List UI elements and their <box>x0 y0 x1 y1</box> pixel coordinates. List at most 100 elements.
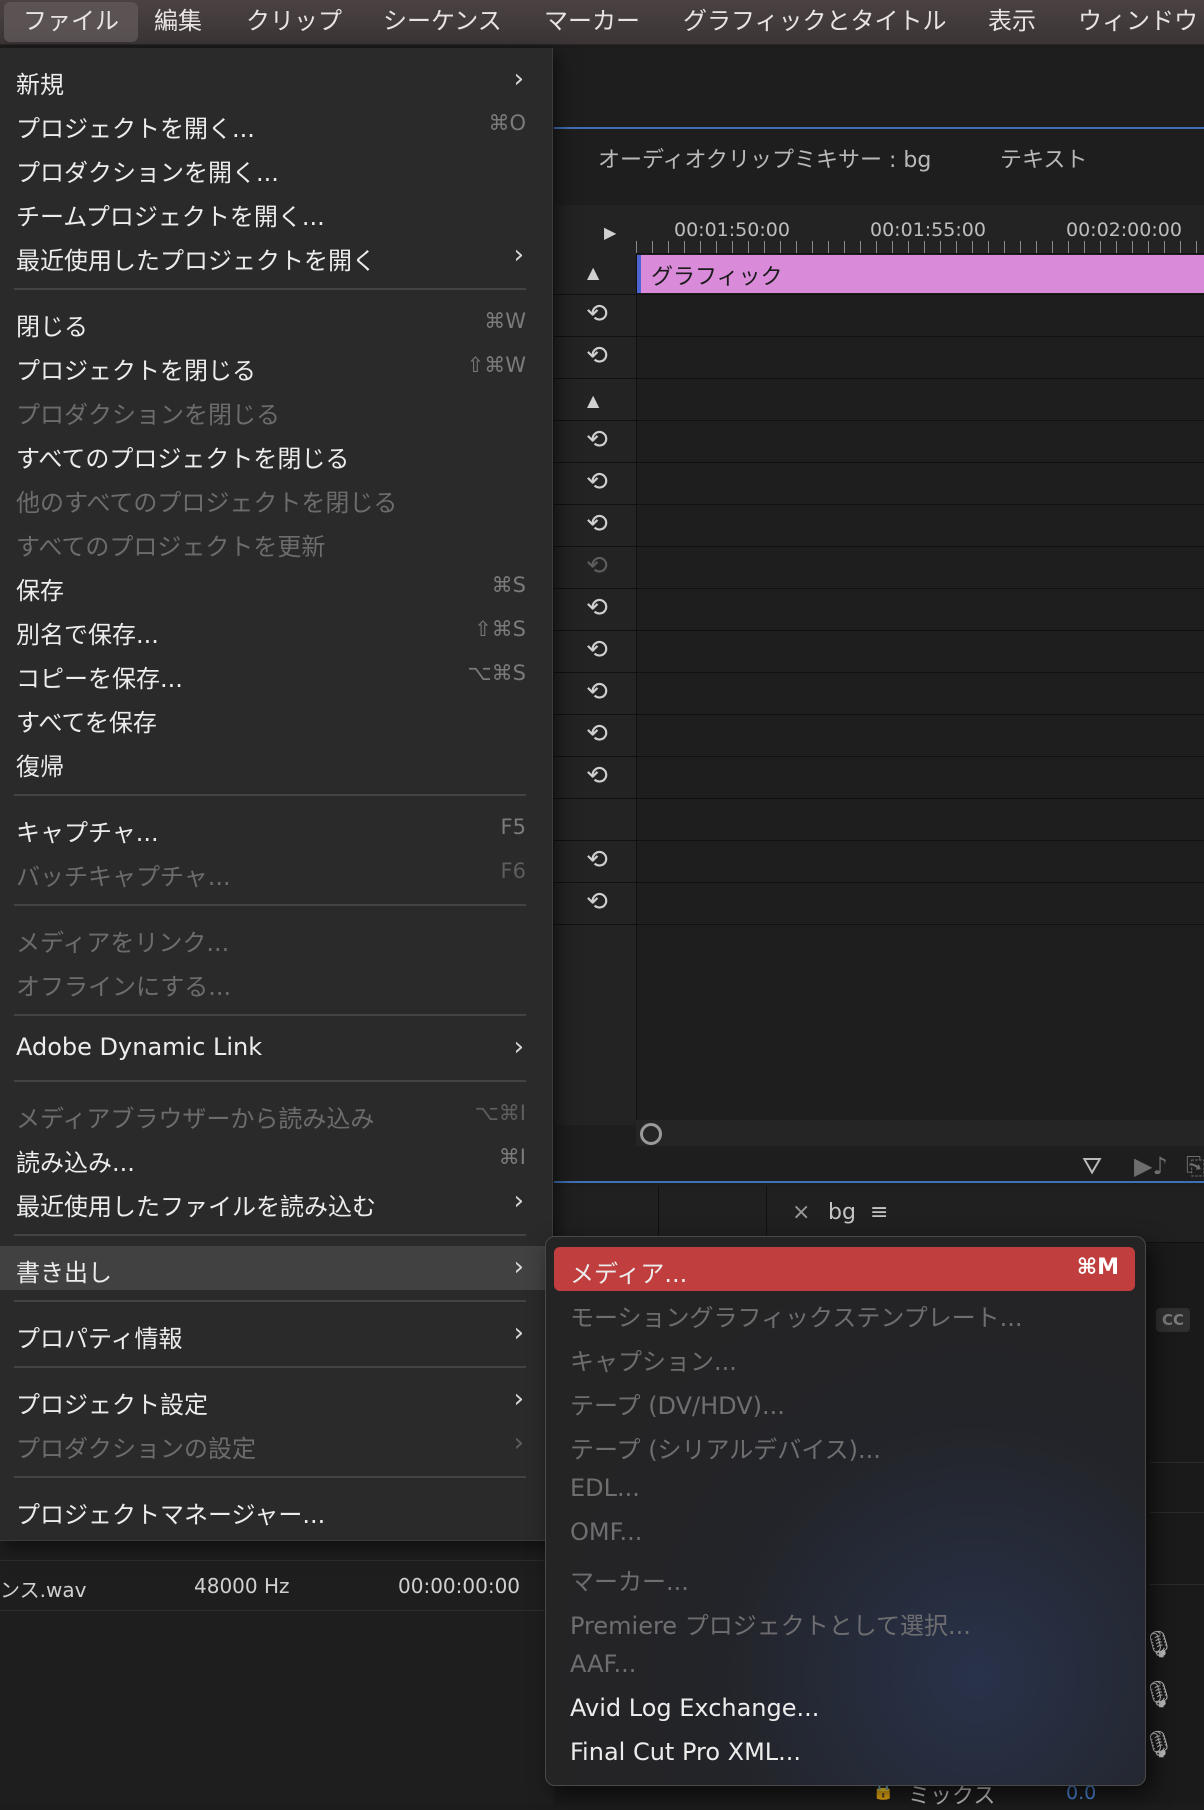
panel-focus-line <box>554 1181 1204 1183</box>
sync-lock-icon[interactable]: ⟲ <box>582 425 612 455</box>
menu-item-label: 閉じる <box>16 313 88 341</box>
menu-item-make-offline[interactable]: オフラインにする... <box>0 960 552 1004</box>
chevron-right-icon: › <box>513 240 524 270</box>
audio-forward-icon[interactable]: ▶♪ <box>1134 1152 1168 1180</box>
export-item-final-cut-pro-xml[interactable]: Final Cut Pro XML... <box>554 1731 1135 1775</box>
menu-item-open-team-project[interactable]: チームプロジェクトを開く... <box>0 190 552 234</box>
microphone-icon[interactable]: 🎙 <box>1142 1730 1175 1760</box>
menu-item-label: プロジェクトを閉じる <box>16 357 256 385</box>
menubar-edit[interactable]: 編集 <box>154 0 202 44</box>
timeline-scrollbar[interactable] <box>636 1120 1204 1146</box>
menu-item-open-project[interactable]: プロジェクトを開く... ⌘O <box>0 102 552 146</box>
menu-item-close-project[interactable]: プロジェクトを閉じる ⇧⌘W <box>0 344 552 388</box>
menu-item-save-as[interactable]: 別名で保存... ⇧⌘S <box>0 608 552 652</box>
menu-separator <box>14 288 526 290</box>
microphone-icon[interactable]: 🎙 <box>1142 1630 1175 1660</box>
menubar-sequence[interactable]: シーケンス <box>383 0 502 44</box>
close-tab-icon[interactable]: × <box>792 1200 810 1225</box>
export-frame-icon[interactable]: ⎘ <box>1186 1152 1204 1180</box>
time-ruler[interactable]: 00:01:50:00 00:01:55:00 00:02:00:00 <box>636 205 1204 254</box>
menu-item-import-from-media-browser[interactable]: メディアブラウザーから読み込み ⌥⌘I <box>0 1092 552 1136</box>
tab-text[interactable]: テキスト <box>1000 142 1087 174</box>
sync-lock-icon[interactable]: ⟲ <box>582 341 612 371</box>
menu-item-label: モーショングラフィックステンプレート... <box>570 1304 1023 1332</box>
export-item-premiere-project[interactable]: Premiere プロジェクトとして選択... <box>554 1599 1135 1643</box>
export-item-avid-log-exchange[interactable]: Avid Log Exchange... <box>554 1687 1135 1731</box>
menu-item-project-settings[interactable]: プロジェクト設定 › <box>0 1378 552 1422</box>
menu-item-label: キャプション... <box>570 1348 737 1376</box>
menu-item-new[interactable]: 新規 › <box>0 58 552 102</box>
collapse-triangle-icon[interactable]: ▲ <box>587 263 599 282</box>
menu-item-project-manager[interactable]: プロジェクトマネージャー... <box>0 1488 552 1532</box>
menu-item-label: マーカー... <box>570 1568 689 1596</box>
menu-item-label: EDL... <box>570 1474 640 1502</box>
sync-lock-icon[interactable]: ⟲ <box>582 845 612 875</box>
sync-lock-icon[interactable]: ⟲ <box>582 509 612 539</box>
menu-item-import-recent-file[interactable]: 最近使用したファイルを読み込む › <box>0 1180 552 1224</box>
menu-item-production-settings[interactable]: プロダクションの設定 › <box>0 1422 552 1466</box>
panel-focus-line <box>554 127 1204 129</box>
export-item-tape-serial-device[interactable]: テープ (シリアルデバイス)... <box>554 1423 1135 1467</box>
menubar-file[interactable]: ファイル <box>4 2 138 42</box>
export-item-omf[interactable]: OMF... <box>554 1511 1135 1555</box>
menu-item-close-production[interactable]: プロダクションを閉じる <box>0 388 552 432</box>
menu-item-save-all[interactable]: すべてを保存 <box>0 696 552 740</box>
sync-lock-icon[interactable]: ⟲ <box>582 677 612 707</box>
menu-item-label: 復帰 <box>16 753 64 781</box>
menubar-view[interactable]: 表示 <box>988 0 1036 44</box>
microphone-icon[interactable]: 🎙 <box>1142 1680 1175 1710</box>
menu-item-link-media[interactable]: メディアをリンク... <box>0 916 552 960</box>
menu-item-label: すべてのプロジェクトを更新 <box>16 533 326 561</box>
sync-lock-icon[interactable]: ⟲ <box>582 761 612 791</box>
menu-item-close[interactable]: 閉じる ⌘W <box>0 300 552 344</box>
tab-bg[interactable]: bg <box>828 1200 856 1225</box>
export-item-edl[interactable]: EDL... <box>554 1467 1135 1511</box>
scroll-handle[interactable] <box>640 1123 662 1145</box>
menu-item-close-all-projects[interactable]: すべてのプロジェクトを閉じる <box>0 432 552 476</box>
menu-item-dynamic-link[interactable]: Adobe Dynamic Link › <box>0 1026 552 1070</box>
tab-menu-icon[interactable]: ≡ <box>870 1200 888 1225</box>
menubar-clip[interactable]: クリップ <box>246 0 342 44</box>
collapse-triangle-icon[interactable]: ▲ <box>587 391 599 410</box>
closed-caption-icon[interactable]: CC <box>1156 1308 1190 1332</box>
sync-lock-icon[interactable]: ⟲ <box>582 299 612 329</box>
sync-lock-icon[interactable]: ⟲ <box>582 467 612 497</box>
menu-item-revert[interactable]: 復帰 <box>0 740 552 784</box>
menubar-graphics[interactable]: グラフィックとタイトル <box>683 0 947 44</box>
export-item-motion-graphics-template[interactable]: モーショングラフィックステンプレート... <box>554 1291 1135 1335</box>
menu-item-open-production[interactable]: プロダクションを開く... <box>0 146 552 190</box>
sync-lock-icon[interactable]: ⟲ <box>582 551 612 581</box>
export-item-captions[interactable]: キャプション... <box>554 1335 1135 1379</box>
menu-item-import[interactable]: 読み込み... ⌘I <box>0 1136 552 1180</box>
menu-item-shortcut: F5 <box>500 815 526 839</box>
menubar-window[interactable]: ウィンドウ <box>1078 0 1198 44</box>
menu-item-label: プロパティ情報 <box>16 1325 183 1353</box>
export-item-aaf[interactable]: AAF... <box>554 1643 1135 1687</box>
menu-item-export[interactable]: 書き出し › <box>0 1246 552 1290</box>
menu-item-batch-capture[interactable]: バッチキャプチャ... F6 <box>0 850 552 894</box>
menu-item-save[interactable]: 保存 ⌘S <box>0 564 552 608</box>
filter-icon[interactable]: ⛛ <box>1082 1152 1102 1180</box>
menubar-marker[interactable]: マーカー <box>544 0 640 44</box>
menu-item-label: すべてのプロジェクトを閉じる <box>16 445 350 473</box>
menu-item-refresh-all-projects[interactable]: すべてのプロジェクトを更新 <box>0 520 552 564</box>
menu-item-label: OMF... <box>570 1518 643 1546</box>
export-item-media[interactable]: メディア... ⌘M <box>554 1247 1135 1291</box>
menu-item-properties[interactable]: プロパティ情報 › <box>0 1312 552 1356</box>
menu-item-label: 新規 <box>16 71 64 99</box>
menu-item-save-copy[interactable]: コピーを保存... ⌥⌘S <box>0 652 552 696</box>
sync-lock-icon[interactable]: ⟲ <box>582 593 612 623</box>
menu-item-label: バッチキャプチャ... <box>16 863 231 891</box>
sync-lock-icon[interactable]: ⟲ <box>582 887 612 917</box>
tab-audio-clip-mixer[interactable]: オーディオクリップミキサー : bg <box>598 142 931 174</box>
export-item-tape-dv-hdv[interactable]: テープ (DV/HDV)... <box>554 1379 1135 1423</box>
file-name-cell[interactable]: ンス.wav <box>0 1574 86 1603</box>
sync-lock-icon[interactable]: ⟲ <box>582 719 612 749</box>
export-item-markers[interactable]: マーカー... <box>554 1555 1135 1599</box>
graphic-clip[interactable]: グラフィック <box>637 255 1204 293</box>
menu-item-capture[interactable]: キャプチャ... F5 <box>0 806 552 850</box>
menu-item-close-other-projects[interactable]: 他のすべてのプロジェクトを閉じる <box>0 476 552 520</box>
sync-lock-icon[interactable]: ⟲ <box>582 635 612 665</box>
play-triangle-icon[interactable]: ▶ <box>604 223 616 242</box>
menu-item-open-recent-project[interactable]: 最近使用したプロジェクトを開く › <box>0 234 552 278</box>
